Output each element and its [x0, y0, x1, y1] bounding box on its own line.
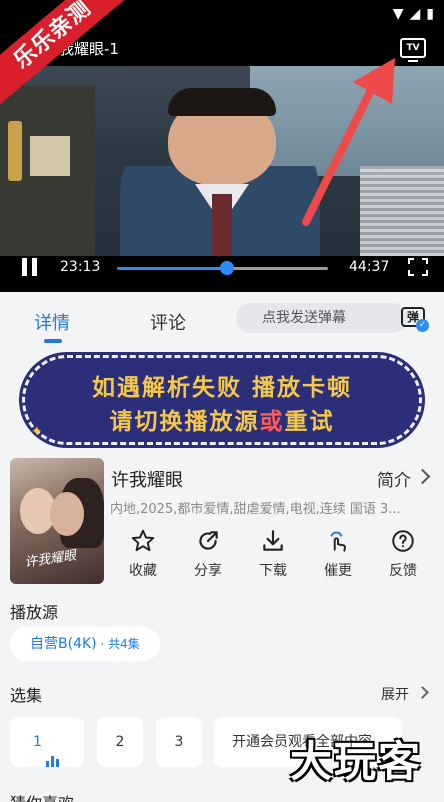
total-time: 44:37 — [349, 259, 390, 275]
download-button[interactable]: 下载 — [243, 528, 303, 580]
danmu-input[interactable]: 点我发送弹幕 — [236, 303, 408, 333]
urge-button[interactable]: 催更 — [308, 528, 368, 580]
show-title: 许我耀眼 — [111, 470, 183, 491]
download-icon — [263, 530, 283, 551]
banner-line-2: 请切换播放源或重试 — [109, 409, 335, 435]
chevron-right-icon[interactable] — [414, 468, 431, 485]
star-icon — [131, 529, 155, 552]
tab-comment[interactable]: 评论 — [150, 309, 186, 335]
show-poster[interactable]: 许我耀眼 — [10, 458, 104, 584]
progress-thumb[interactable] — [219, 261, 234, 275]
sparkle-icon: ✦ — [31, 424, 43, 440]
playing-icon — [45, 717, 61, 767]
share-button[interactable]: 分享 — [178, 528, 238, 580]
watermark: 大玩客 — [290, 737, 423, 786]
pause-icon[interactable] — [20, 258, 40, 278]
show-meta: 内地,2025,都市爱情,甜虐爱情,电视,连续 国语 3... — [110, 502, 401, 517]
episode-2[interactable]: 2 — [97, 717, 143, 767]
detail-panel: 详情 评论 点我发送弹幕 弹 ✓ 如遇解析失败 播放卡顿 请切换播放源或重试 ✦… — [0, 292, 444, 802]
danmu-toggle-icon[interactable]: 弹 ✓ — [399, 304, 429, 332]
favorite-button[interactable]: 收藏 — [113, 528, 173, 580]
progress-slider[interactable] — [117, 261, 328, 275]
feedback-button[interactable]: 反馈 — [373, 528, 433, 580]
notice-banner: 如遇解析失败 播放卡顿 请切换播放源或重试 ✦ — [22, 355, 422, 445]
urge-icon — [330, 531, 346, 552]
source-section-title: 播放源 — [10, 603, 59, 622]
guess-you-like-title: 猜你喜欢 — [10, 790, 74, 802]
player-controls: 23:13 44:37 — [0, 256, 444, 292]
episodes-section-title: 选集 — [10, 686, 43, 705]
feedback-icon — [392, 530, 414, 552]
chevron-right-icon[interactable] — [416, 686, 429, 699]
episode-1[interactable]: 1 — [10, 717, 84, 767]
fullscreen-icon[interactable] — [408, 258, 428, 276]
action-bar: 收藏 分享 下载 催更 反馈 — [113, 528, 433, 584]
video-player[interactable]: ▼ ◢ ▮ 许我耀眼-1 TV 23:13 44:37 乐乐亲测 — [0, 0, 444, 292]
source-option[interactable]: 自营B(4K) · 共4集 — [10, 627, 160, 661]
poster-title: 许我耀眼 — [23, 548, 78, 571]
episode-3[interactable]: 3 — [156, 717, 202, 767]
tab-detail[interactable]: 详情 — [34, 309, 70, 335]
expand-episodes-link[interactable]: 展开 — [381, 684, 409, 704]
intro-link[interactable]: 简介 — [377, 466, 411, 491]
share-icon — [199, 531, 218, 550]
current-time: 23:13 — [60, 259, 101, 275]
progress-fill — [117, 267, 227, 270]
tab-indicator — [44, 339, 62, 343]
banner-line-1: 如遇解析失败 播放卡顿 — [91, 375, 352, 401]
